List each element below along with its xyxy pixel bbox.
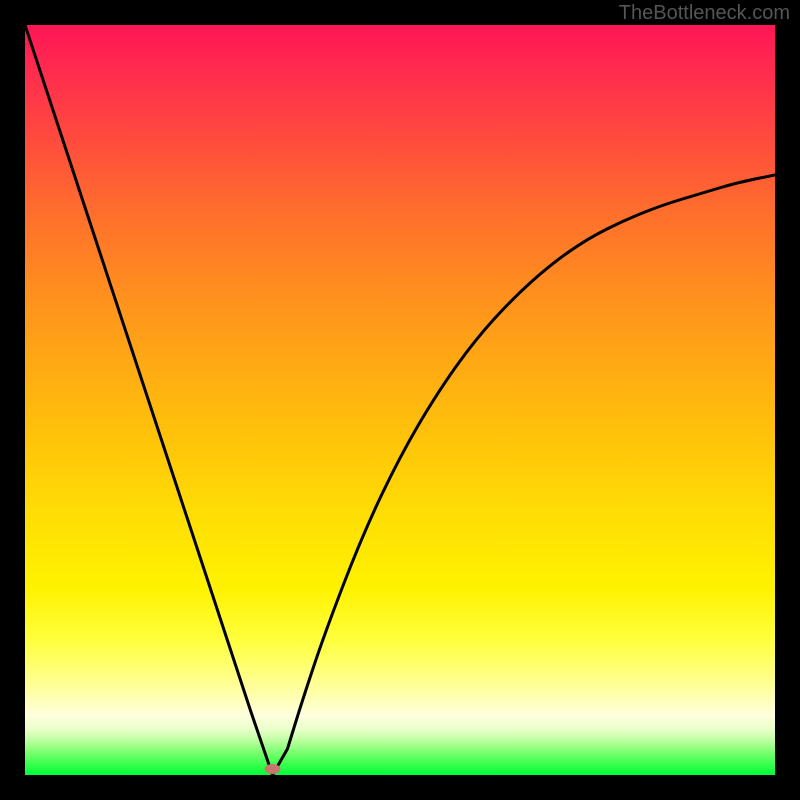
watermark-text: TheBottleneck.com — [619, 2, 790, 25]
chart-plot-area — [25, 25, 775, 775]
chart-curve-svg — [25, 25, 775, 775]
bottleneck-curve — [25, 25, 775, 775]
minimum-marker — [265, 764, 281, 774]
